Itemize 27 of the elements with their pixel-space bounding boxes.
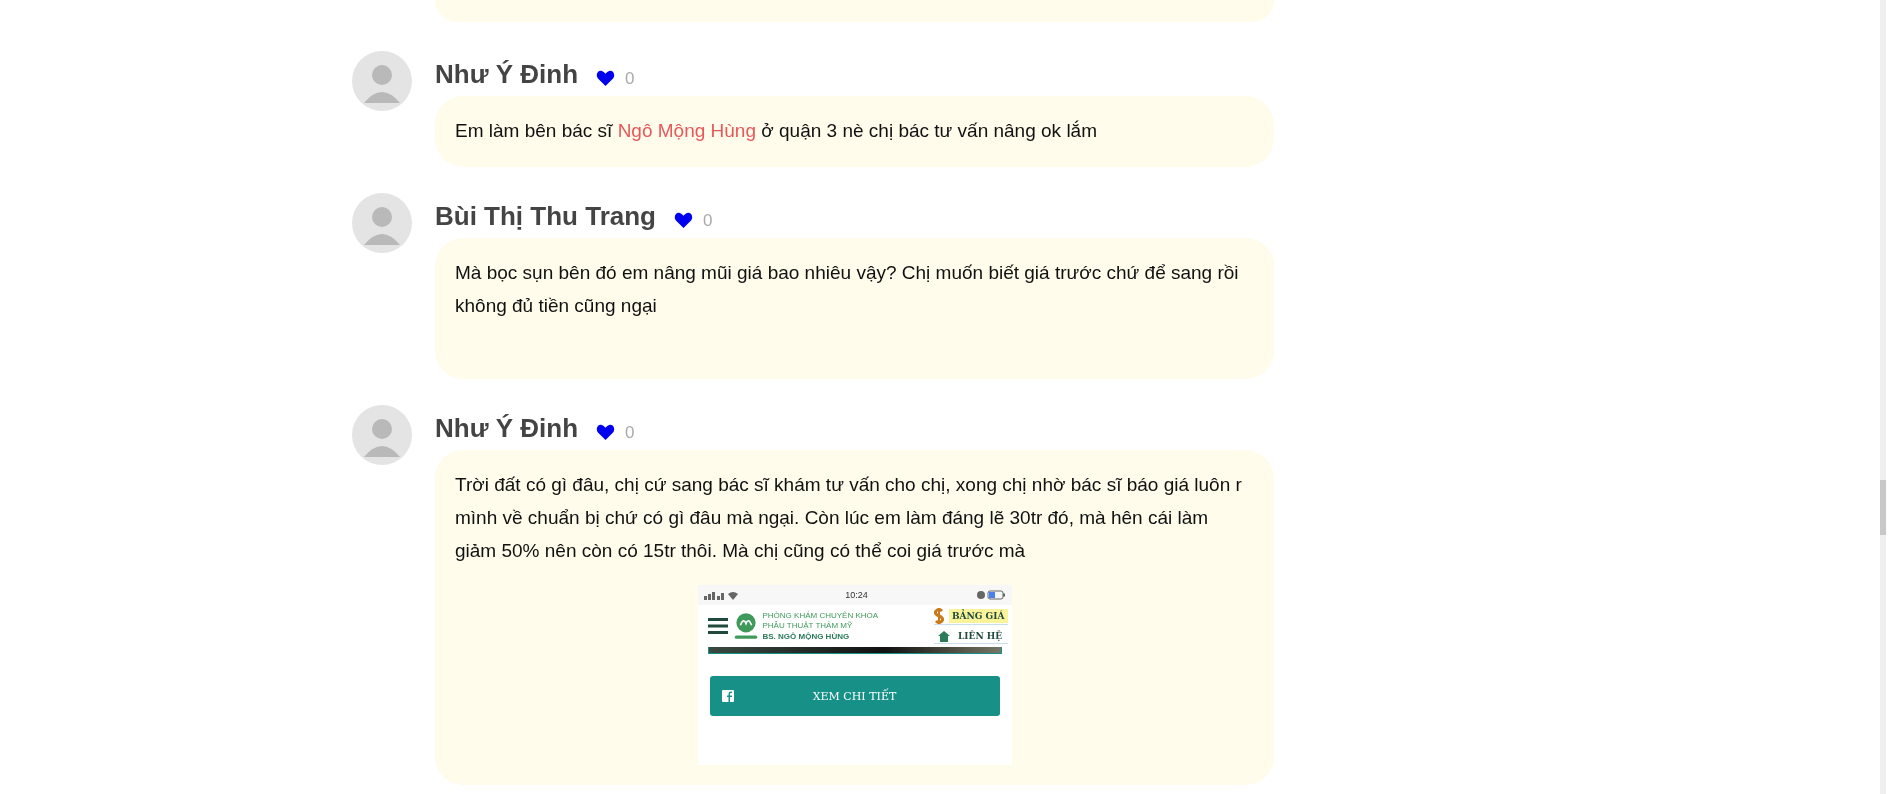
comment-text: Trời đất có gì đâu, chị cứ sang bác sĩ khám tư vấn cho chị, xong chị nhờ bác sĩ báo giá luôn r mình về chuẩn bị chứ có gì đâu mà ngại. Còn lúc em làm đáng lẽ 30tr đó, mà hên cái làm giảm 50% nên còn có 15tr thôi. Mà chị cũng có thể coi giá trước mà bbox=[455, 473, 1243, 563]
avatar-icon bbox=[352, 405, 412, 465]
avatar-icon bbox=[352, 51, 412, 111]
heart-icon[interactable] bbox=[674, 212, 693, 229]
home-icon bbox=[938, 630, 950, 642]
clinic-name: PHÒNG KHÁM CHUYÊN KHOA bbox=[762, 610, 880, 621]
comment-text: Em làm bên bác sĩ Ngô Mộng Hùng ở quận 3 nè chị bác tư vấn nâng ok lắm bbox=[455, 119, 1098, 143]
battery-icon bbox=[975, 590, 1006, 600]
heart-icon[interactable] bbox=[596, 70, 616, 87]
dollar-icon bbox=[934, 608, 944, 624]
like-count: 0 bbox=[625, 422, 635, 443]
scrollbar[interactable] bbox=[1880, 0, 1886, 794]
author-name[interactable]: Như Ý Đinh bbox=[435, 59, 579, 90]
clinic-name: BS. NGÔ MỘNG HÙNG bbox=[762, 631, 851, 642]
facebook-icon bbox=[721, 690, 734, 702]
menu-icon bbox=[707, 618, 728, 634]
comment-text: Mà bọc sụn bên đó em nâng mũi giá bao nhiêu vậy? Chị muốn biết giá trước chứ để sang rồi không đủ tiền cũng ngại bbox=[455, 261, 1240, 318]
author-name[interactable]: Bùi Thị Thu Trang bbox=[435, 201, 656, 232]
like-count: 0 bbox=[703, 210, 713, 231]
signal-icon bbox=[703, 590, 738, 600]
like-count: 0 bbox=[625, 68, 635, 89]
heart-icon[interactable] bbox=[596, 424, 616, 441]
status-time: 10:24 bbox=[845, 590, 868, 600]
author-name[interactable]: Như Ý Đinh bbox=[435, 413, 579, 444]
avatar-icon bbox=[352, 193, 412, 253]
clinic-name: PHẪU THUẬT THẨM MỸ bbox=[762, 620, 854, 631]
leaf-logo-icon bbox=[733, 611, 758, 641]
